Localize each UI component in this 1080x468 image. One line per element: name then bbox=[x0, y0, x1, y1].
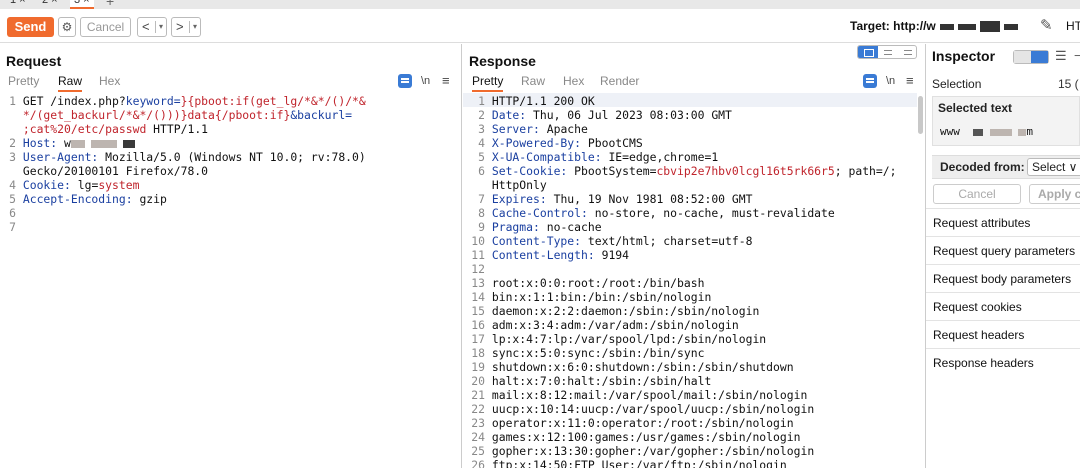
layout-toggle[interactable] bbox=[857, 45, 917, 59]
response-tab-render[interactable]: Render bbox=[600, 74, 639, 88]
response-line: 23 operator:x:11:0:operator:/root:/sbin/… bbox=[471, 416, 794, 430]
back-arrow-icon: < bbox=[142, 19, 150, 34]
response-view-tabs: Pretty Raw Hex Render bbox=[472, 74, 852, 92]
redaction-mask bbox=[939, 23, 954, 30]
response-line: 16 adm:x:3:4:adm:/var/adm:/sbin/nologin bbox=[471, 318, 739, 332]
response-title: Response bbox=[469, 53, 536, 69]
decode-apply-button[interactable]: Apply c bbox=[1029, 184, 1080, 204]
back-button[interactable]: < ▾ bbox=[137, 17, 167, 37]
response-line: 7 Expires: Thu, 19 Nov 1981 08:52:00 GMT bbox=[478, 192, 753, 206]
layout-side-by-side-icon[interactable] bbox=[858, 46, 878, 58]
response-editor[interactable]: 1 HTTP/1.1 200 OK 2 Date: Thu, 06 Jul 202… bbox=[469, 94, 915, 468]
http-version-toggle[interactable]: HT bbox=[1066, 19, 1080, 33]
response-line: 11 Content-Length: 9194 bbox=[471, 248, 630, 262]
layout-stacked-icon[interactable] bbox=[878, 46, 898, 58]
inspector-title: Inspector bbox=[932, 48, 996, 64]
request-view-tabs: Pretty Raw Hex bbox=[8, 74, 448, 92]
inspector-section-request-query-parameters[interactable]: Request query parameters bbox=[926, 236, 1080, 264]
request-tab-hex[interactable]: Hex bbox=[99, 74, 120, 88]
inspector-section-request-body-parameters[interactable]: Request body parameters bbox=[926, 264, 1080, 292]
response-line: 8 Cache-Control: no-store, no-cache, mus… bbox=[478, 206, 835, 220]
inspector-align-icon[interactable]: ☰ bbox=[1055, 48, 1067, 64]
edit-target-pencil-icon[interactable]: ✎ bbox=[1040, 16, 1053, 34]
cancel-button[interactable]: Cancel bbox=[80, 17, 131, 37]
response-line: 20 halt:x:7:0:halt:/sbin:/sbin/halt bbox=[471, 374, 712, 388]
forward-arrow-icon: > bbox=[176, 19, 184, 34]
response-menu-icon[interactable]: ≡ bbox=[906, 73, 914, 88]
inspector-collapse-icon[interactable]: − bbox=[1074, 48, 1080, 63]
response-line: 25 gopher:x:13:30:gopher:/var/gopher:/sb… bbox=[471, 444, 815, 458]
decoded-from-label: Decoded from: bbox=[940, 160, 1025, 174]
add-tab-icon[interactable]: + bbox=[106, 0, 114, 9]
response-line: 12 bbox=[471, 262, 485, 276]
decode-cancel-button[interactable]: Cancel bbox=[933, 184, 1021, 204]
response-line: HttpOnly bbox=[491, 178, 547, 192]
inspector-section-response-headers[interactable]: Response headers bbox=[926, 348, 1080, 376]
back-history-dropdown-icon[interactable]: ▾ bbox=[159, 18, 163, 36]
response-line: 4 X-Powered-By: PbootCMS bbox=[478, 136, 643, 150]
response-line: 21 mail:x:8:12:mail:/var/spool/mail:/sbi… bbox=[471, 388, 808, 402]
forward-history-dropdown-icon[interactable]: ▾ bbox=[193, 18, 197, 36]
repeater-tabs-bar: 1 × 2 × 3 × + bbox=[0, 0, 1080, 9]
response-line: 6 Set-Cookie: PbootSystem=cbvip2e7hbv0lc… bbox=[478, 164, 897, 178]
target-label: Target: http://w bbox=[850, 19, 936, 33]
response-tab-hex[interactable]: Hex bbox=[563, 74, 584, 88]
repeater-tab-2[interactable]: 2 × bbox=[38, 0, 62, 9]
settings-gear-icon[interactable]: ⚙ bbox=[58, 17, 76, 37]
request-newline-toggle[interactable]: \n bbox=[421, 75, 430, 87]
response-line: 13 root:x:0:0:root:/root:/bin/bash bbox=[471, 276, 705, 290]
response-newline-toggle[interactable]: \n bbox=[886, 75, 895, 87]
response-line: 15 daemon:x:2:2:daemon:/sbin:/sbin/nolog… bbox=[471, 304, 760, 318]
toolbar: Send ⚙ Cancel < ▾ > ▾ Target: http://w ✎… bbox=[0, 11, 1080, 43]
request-tab-raw[interactable]: Raw bbox=[58, 74, 83, 92]
response-line: 2 Date: Thu, 06 Jul 2023 08:03:00 GMT bbox=[478, 108, 732, 122]
repeater-tab-3[interactable]: 3 × bbox=[70, 0, 94, 9]
response-line: 17 lp:x:4:7:lp:/var/spool/lpd:/sbin/nolo… bbox=[471, 332, 767, 346]
decoded-from-select[interactable]: Select ∨ bbox=[1027, 158, 1080, 176]
forward-button[interactable]: > ▾ bbox=[171, 17, 201, 37]
inspector-section-request-attributes[interactable]: Request attributes bbox=[926, 208, 1080, 236]
target-url[interactable]: Target: http://w bbox=[850, 19, 1018, 33]
request-menu-icon[interactable]: ≡ bbox=[442, 73, 450, 88]
response-line: 9 Pragma: no-cache bbox=[478, 220, 602, 234]
response-tab-pretty[interactable]: Pretty bbox=[472, 74, 504, 92]
response-line: 5 X-UA-Compatible: IE=edge,chrome=1 bbox=[478, 150, 719, 164]
inspector-section-request-headers[interactable]: Request headers bbox=[926, 320, 1080, 348]
request-editor[interactable]: 1 GET /index.php?keyword=}{pboot:if(get_… bbox=[6, 94, 458, 468]
selected-text-value[interactable]: www m bbox=[940, 125, 1033, 138]
selected-text-label: Selected text bbox=[938, 101, 1013, 115]
layout-tabbed-icon[interactable] bbox=[898, 46, 916, 58]
response-scrollbar[interactable] bbox=[918, 96, 923, 134]
response-line: 22 uucp:x:10:14:uucp:/var/spool/uucp:/sb… bbox=[471, 402, 815, 416]
request-title: Request bbox=[6, 53, 62, 69]
panel-divider[interactable] bbox=[461, 44, 462, 468]
selection-label: Selection bbox=[932, 77, 982, 91]
repeater-tab-1[interactable]: 1 × bbox=[6, 0, 30, 9]
response-word-wrap-icon[interactable] bbox=[863, 74, 877, 88]
response-line: 14 bin:x:1:1:bin:/bin:/sbin/nologin bbox=[471, 290, 712, 304]
response-line: 1 HTTP/1.1 200 OK bbox=[478, 94, 595, 108]
request-word-wrap-icon[interactable] bbox=[398, 74, 412, 88]
request-tab-pretty[interactable]: Pretty bbox=[8, 74, 39, 88]
response-tab-raw[interactable]: Raw bbox=[521, 74, 545, 88]
response-line: 24 games:x:12:100:games:/usr/games:/sbin… bbox=[471, 430, 801, 444]
inspector-layout-toggle[interactable] bbox=[1013, 50, 1049, 64]
response-line: 18 sync:x:5:0:sync:/sbin:/bin/sync bbox=[471, 346, 705, 360]
selection-count: 15 ( bbox=[1058, 77, 1079, 91]
inspector-section-request-cookies[interactable]: Request cookies bbox=[926, 292, 1080, 320]
response-line: 3 Server: Apache bbox=[478, 122, 588, 136]
response-line: 19 shutdown:x:6:0:shutdown:/sbin:/sbin/s… bbox=[471, 360, 794, 374]
response-line: 10 Content-Type: text/html; charset=utf-… bbox=[471, 234, 753, 248]
redaction-blur bbox=[70, 139, 85, 148]
response-line: 26 ftp:x:14:50:FTP User:/var/ftp:/sbin/n… bbox=[471, 458, 787, 468]
send-button[interactable]: Send bbox=[7, 17, 54, 37]
